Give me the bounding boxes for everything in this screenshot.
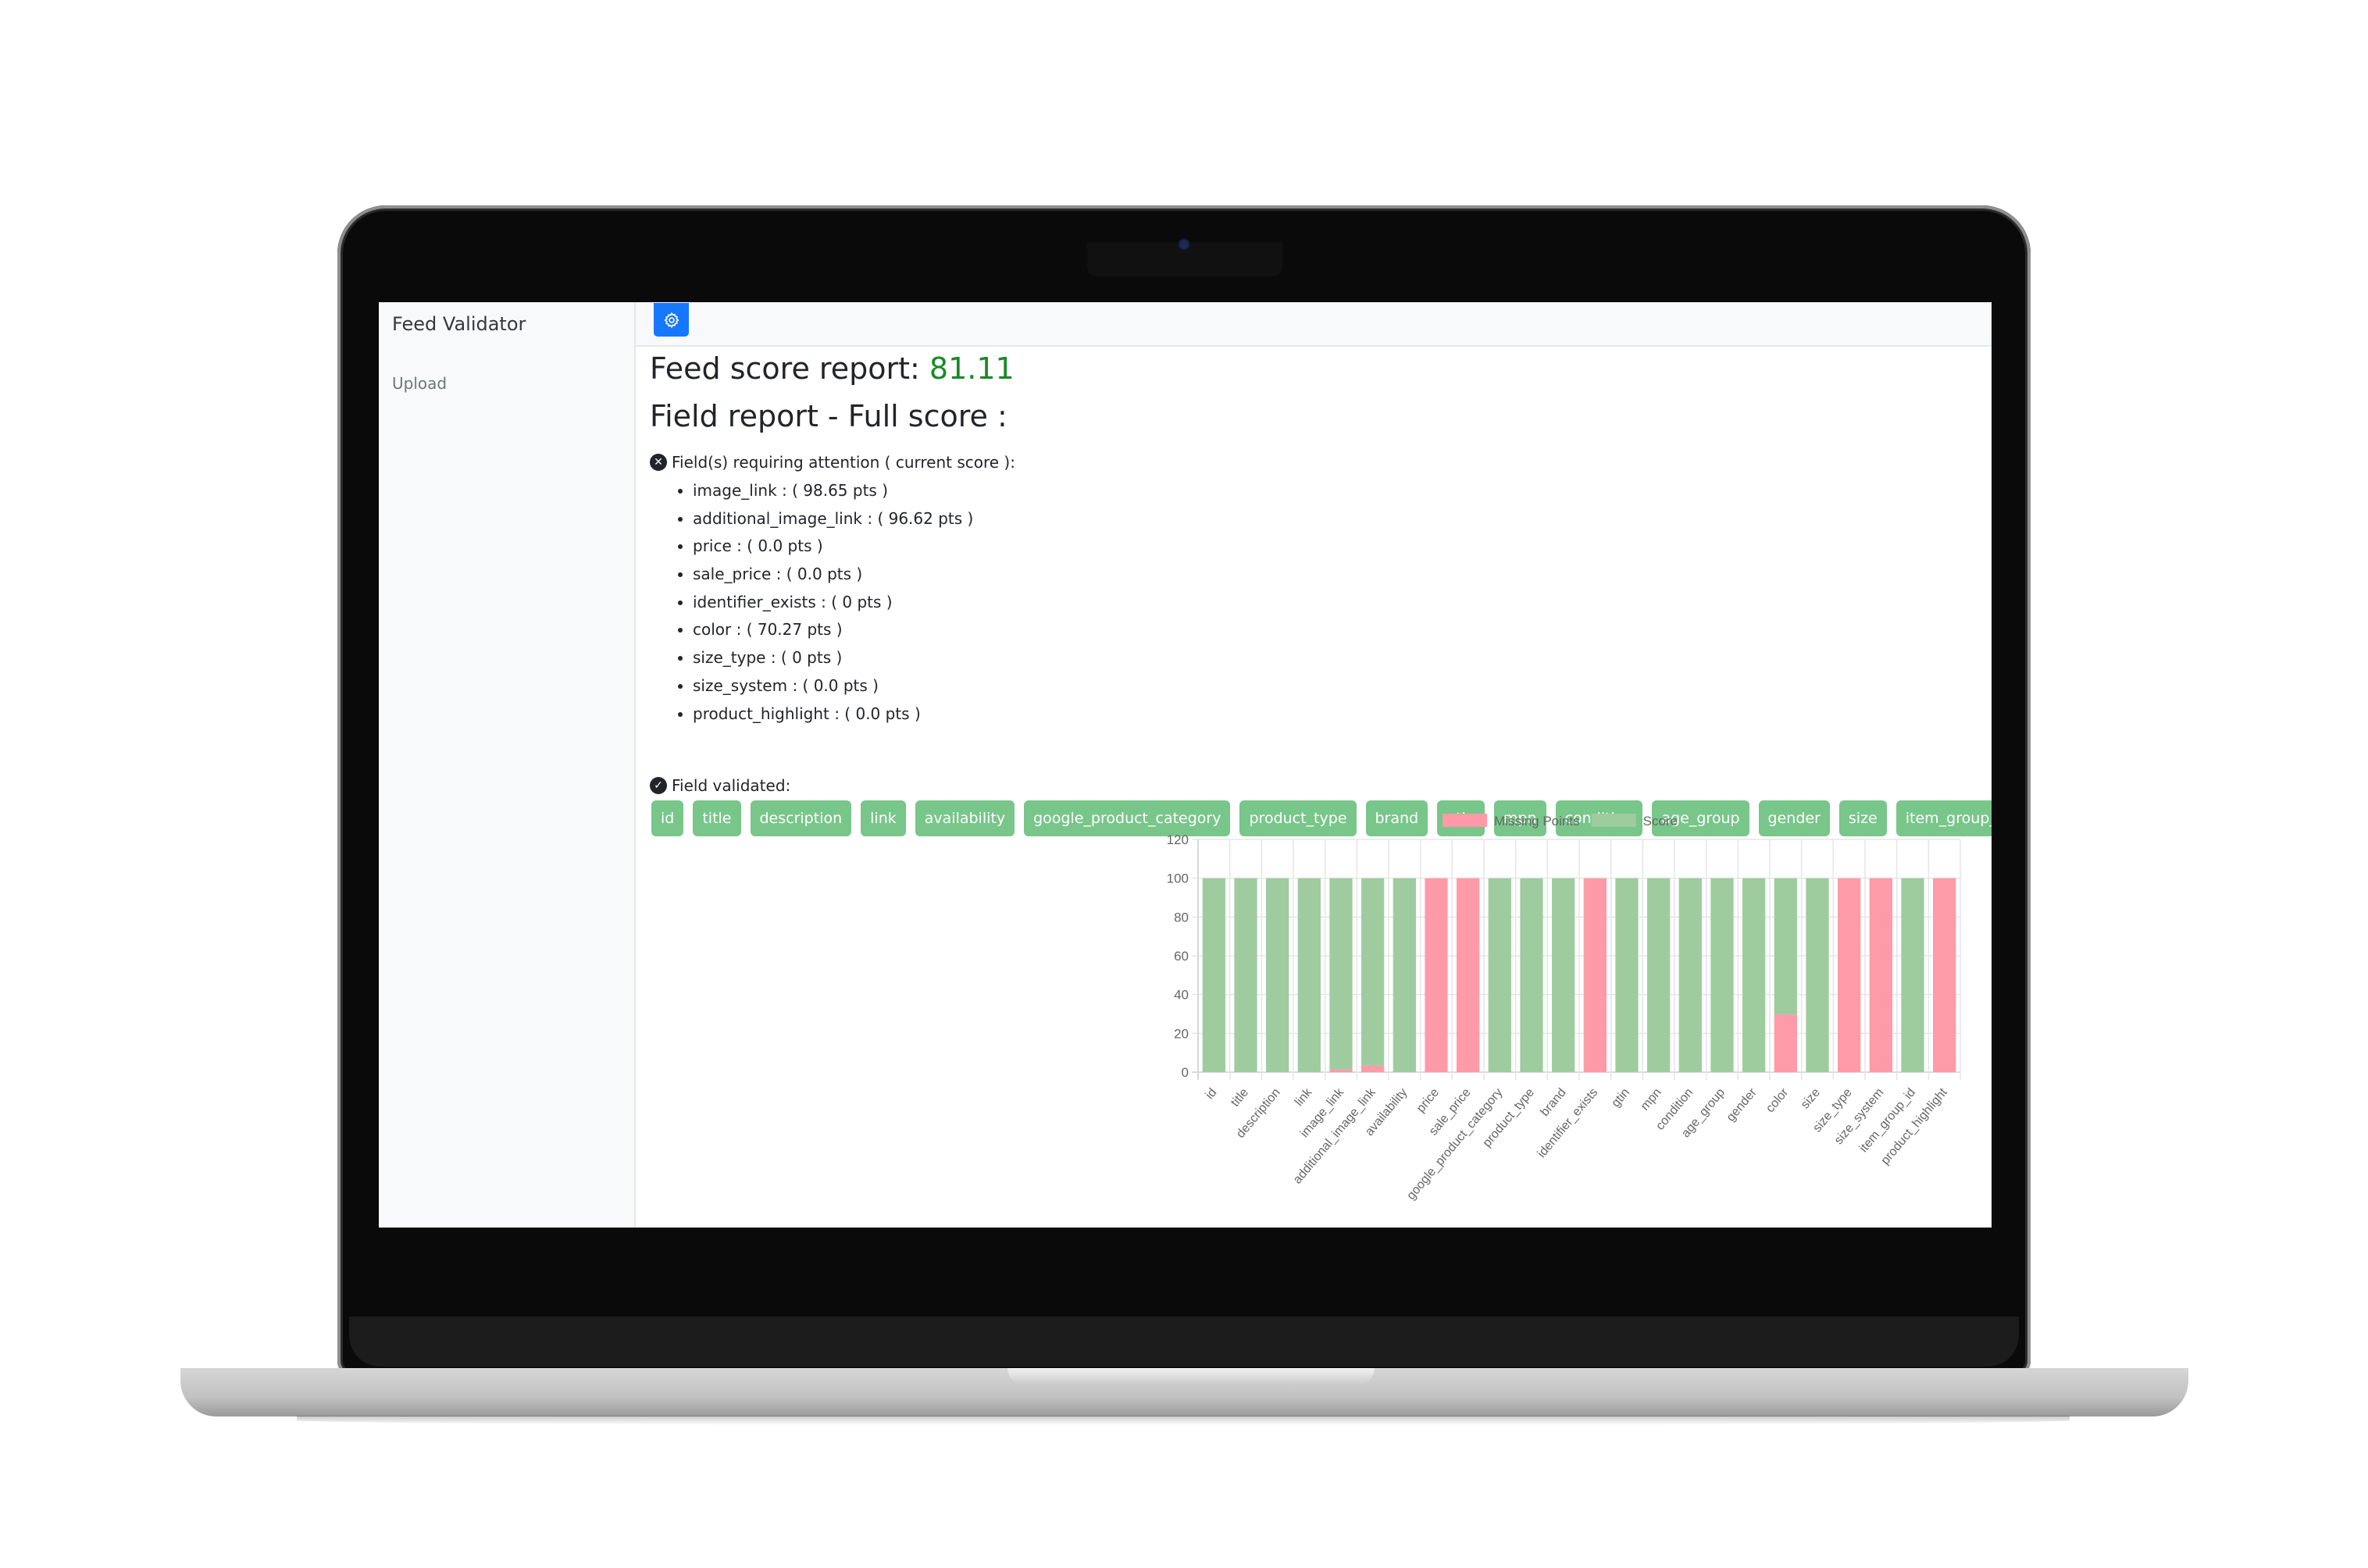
camera-icon xyxy=(1179,240,1189,249)
validated-badge[interactable]: item_group_id xyxy=(1895,800,1992,836)
bar-missing-points[interactable] xyxy=(1869,878,1892,1072)
attention-item: color : ( 70.27 pts ) xyxy=(693,616,1015,644)
validated-header: Field validated: xyxy=(672,776,791,795)
bar-score[interactable] xyxy=(1393,878,1416,1072)
validated-badge[interactable]: id xyxy=(651,800,684,836)
attention-item: size_type : ( 0 pts ) xyxy=(693,644,1015,672)
screen: Feed Validator Upload Feed score report:… xyxy=(379,302,1992,1228)
y-tick-label: 80 xyxy=(1174,910,1189,925)
bar-score[interactable] xyxy=(1615,878,1639,1072)
bar-score[interactable] xyxy=(1520,878,1543,1072)
bar-score[interactable] xyxy=(1202,878,1225,1072)
bar-score[interactable] xyxy=(1552,878,1575,1072)
bar-missing-points[interactable] xyxy=(1329,1069,1353,1072)
y-tick-label: 60 xyxy=(1174,949,1189,964)
bar-score[interactable] xyxy=(1297,878,1321,1072)
validated-badge[interactable]: description xyxy=(750,800,852,836)
attention-item: sale_price : ( 0.0 pts ) xyxy=(693,561,1015,589)
y-tick-label: 0 xyxy=(1182,1065,1189,1080)
top-navbar xyxy=(636,302,1992,347)
validated-badge[interactable]: product_type xyxy=(1239,800,1357,836)
app-brand[interactable]: Feed Validator xyxy=(392,313,526,335)
bar-score[interactable] xyxy=(1901,878,1924,1072)
bar-score[interactable] xyxy=(1488,878,1511,1072)
bar-score[interactable] xyxy=(1678,878,1702,1072)
bar-missing-points[interactable] xyxy=(1457,878,1480,1072)
validated-badge[interactable]: gender xyxy=(1758,800,1830,836)
validated-badge[interactable]: google_product_category xyxy=(1024,800,1231,836)
bar-score[interactable] xyxy=(1806,878,1829,1072)
attention-item: image_link : ( 98.65 pts ) xyxy=(693,477,1015,505)
attention-item: price : ( 0.0 pts ) xyxy=(693,533,1015,561)
legend-swatch[interactable] xyxy=(1443,814,1487,827)
y-tick-label: 40 xyxy=(1174,988,1189,1003)
bar-score[interactable] xyxy=(1774,878,1797,1015)
laptop-opening-notch xyxy=(1007,1368,1375,1385)
validated-badge[interactable]: size xyxy=(1838,800,1887,836)
bar-score[interactable] xyxy=(1361,878,1385,1066)
bar-missing-points[interactable] xyxy=(1838,878,1861,1072)
feed-score-label: Feed score report: xyxy=(650,351,920,386)
attention-item: identifier_exists : ( 0 pts ) xyxy=(693,589,1015,617)
bar-missing-points[interactable] xyxy=(1583,878,1607,1072)
bar-score[interactable] xyxy=(1234,878,1257,1072)
attention-item: size_system : ( 0.0 pts ) xyxy=(693,672,1015,700)
attention-header: Field(s) requiring attention ( current s… xyxy=(672,453,1015,472)
sidebar: Feed Validator Upload xyxy=(379,302,636,1228)
bar-missing-points[interactable] xyxy=(1774,1014,1797,1072)
field-report-heading: Field report - Full score : xyxy=(650,399,1007,433)
attention-list: image_link : ( 98.65 pts ) additional_im… xyxy=(650,477,1015,728)
y-tick-label: 120 xyxy=(1167,832,1189,847)
validated-badge[interactable]: brand xyxy=(1365,800,1428,836)
check-circle-icon: ✓ xyxy=(650,777,667,794)
gear-icon xyxy=(663,312,679,328)
bar-score[interactable] xyxy=(1647,878,1671,1072)
bar-score[interactable] xyxy=(1710,878,1734,1072)
attention-section: ✕ Field(s) requiring attention ( current… xyxy=(650,451,1015,728)
validated-badge[interactable]: title xyxy=(693,800,741,836)
sidebar-item-upload[interactable]: Upload xyxy=(392,374,447,393)
validated-badge[interactable]: link xyxy=(861,800,906,836)
laptop-bottom-bezel xyxy=(349,1317,2019,1367)
legend-label[interactable]: Score xyxy=(1643,814,1678,829)
x-circle-icon: ✕ xyxy=(650,454,667,471)
bar-score[interactable] xyxy=(1329,878,1353,1070)
bar-score[interactable] xyxy=(1742,878,1766,1072)
bar-score[interactable] xyxy=(1266,878,1289,1072)
y-tick-label: 100 xyxy=(1167,871,1189,886)
laptop-shadow xyxy=(297,1416,2070,1425)
feed-score-heading: Feed score report: 81.11 xyxy=(650,351,1015,386)
y-tick-label: 20 xyxy=(1174,1026,1189,1041)
attention-item: product_highlight : ( 0.0 pts ) xyxy=(693,700,1015,729)
bar-missing-points[interactable] xyxy=(1933,878,1956,1072)
validated-badges: id title description link availability g… xyxy=(651,800,1992,836)
legend-label[interactable]: Missing Points xyxy=(1494,814,1580,829)
bar-missing-points[interactable] xyxy=(1361,1065,1385,1072)
legend-swatch[interactable] xyxy=(1591,814,1636,827)
bar-missing-points[interactable] xyxy=(1425,878,1448,1072)
validated-section: ✓ Field validated: id title description … xyxy=(650,774,1992,836)
attention-item: additional_image_link : ( 96.62 pts ) xyxy=(693,505,1015,533)
settings-button[interactable] xyxy=(654,303,689,337)
feed-score-value: 81.11 xyxy=(929,351,1015,386)
validated-badge[interactable]: availability xyxy=(915,800,1015,836)
